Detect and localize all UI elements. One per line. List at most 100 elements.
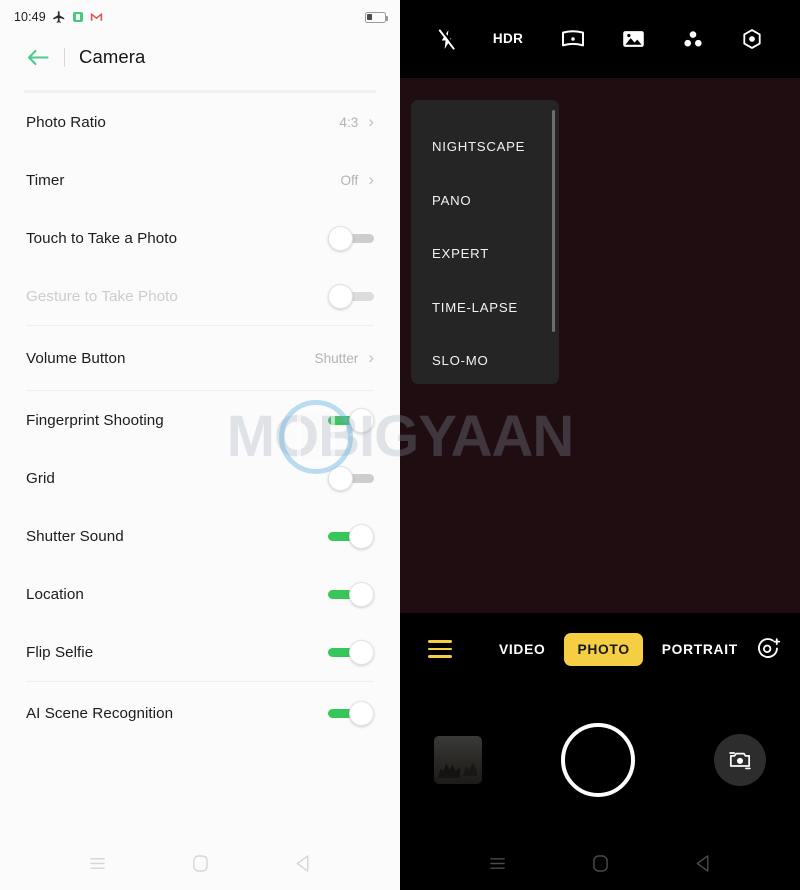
setting-control bbox=[328, 639, 374, 665]
setting-value: Off bbox=[340, 172, 359, 188]
android-nav-bar-right bbox=[400, 836, 800, 890]
camera-settings-panel: 10:49 Camera Photo Ratio 4:3 › Timer Off… bbox=[0, 0, 400, 890]
setting-row-touch-to-take-a-photo[interactable]: Touch to Take a Photo bbox=[26, 209, 374, 267]
setting-control: 4:3 › bbox=[339, 111, 374, 131]
mode-dropdown-list: NIGHTSCAPE PANO EXPERT TIME-LAPSE SLO-MO bbox=[411, 100, 559, 384]
setting-label: Timer bbox=[26, 171, 65, 189]
setting-row-timer[interactable]: Timer Off › bbox=[26, 151, 374, 209]
setting-label: Volume Button bbox=[26, 349, 126, 367]
status-bar-right bbox=[365, 11, 389, 23]
mode-item-nightscape[interactable]: NIGHTSCAPE bbox=[411, 120, 559, 174]
setting-row-volume-button[interactable]: Volume Button Shutter › bbox=[26, 326, 374, 390]
wide-angle-icon[interactable] bbox=[561, 29, 585, 49]
setting-label: Shutter Sound bbox=[26, 527, 124, 545]
camera-controls bbox=[400, 685, 800, 835]
toggle-fingerprint-shooting[interactable] bbox=[328, 407, 374, 433]
setting-label: Photo Ratio bbox=[26, 113, 106, 131]
setting-row-fingerprint-shooting[interactable]: Fingerprint Shooting bbox=[26, 391, 374, 449]
switch-camera-button[interactable] bbox=[714, 734, 766, 786]
camera-preview[interactable]: NIGHTSCAPE PANO EXPERT TIME-LAPSE SLO-MO bbox=[400, 78, 800, 613]
setting-label: Grid bbox=[26, 469, 55, 487]
home-icon[interactable] bbox=[193, 854, 208, 872]
setting-row-location[interactable]: Location bbox=[26, 565, 374, 623]
setting-row-ai-scene-recognition[interactable]: AI Scene Recognition bbox=[26, 682, 374, 744]
toggle-touch-to-take-a-photo[interactable] bbox=[328, 225, 374, 251]
settings-header: Camera bbox=[0, 34, 400, 80]
hdr-icon[interactable]: HDR bbox=[493, 32, 523, 46]
chevron-right-icon: › bbox=[368, 347, 374, 367]
gallery-thumbnail[interactable] bbox=[434, 736, 482, 784]
toggle-shutter-sound[interactable] bbox=[328, 523, 374, 549]
camera-settings-icon[interactable] bbox=[741, 28, 763, 50]
setting-value: Shutter bbox=[314, 350, 359, 366]
toggle-location[interactable] bbox=[328, 581, 374, 607]
setting-control bbox=[328, 465, 374, 491]
settings-group: Photo Ratio 4:3 › Timer Off › Touch to T… bbox=[26, 93, 374, 325]
back-icon[interactable] bbox=[295, 854, 311, 872]
home-icon[interactable] bbox=[593, 854, 608, 872]
setting-control bbox=[328, 581, 374, 607]
setting-control bbox=[328, 523, 374, 549]
setting-control bbox=[328, 225, 374, 251]
gmail-icon bbox=[90, 12, 103, 22]
mode-item-time-lapse[interactable]: TIME-LAPSE bbox=[411, 281, 559, 335]
setting-row-gesture-to-take-photo[interactable]: Gesture to Take Photo bbox=[26, 267, 374, 325]
mode-dropdown-scrollbar[interactable] bbox=[551, 110, 555, 332]
setting-control: Shutter › bbox=[314, 347, 375, 367]
mode-item-pano[interactable]: PANO bbox=[411, 174, 559, 228]
camera-mode-tabs: VIDEO PHOTO PORTRAIT bbox=[486, 632, 756, 666]
beauty-mode-icon[interactable] bbox=[756, 637, 782, 661]
settings-list: Photo Ratio 4:3 › Timer Off › Touch to T… bbox=[0, 93, 400, 744]
setting-label: Touch to Take a Photo bbox=[26, 229, 178, 247]
status-bar: 10:49 bbox=[0, 0, 400, 34]
setting-label: Gesture to Take Photo bbox=[26, 287, 178, 305]
status-bar-clock: 10:49 bbox=[14, 10, 46, 24]
flash-off-icon[interactable] bbox=[437, 27, 456, 51]
page-title: Camera bbox=[79, 46, 146, 67]
setting-control bbox=[328, 407, 374, 433]
battery-icon bbox=[365, 11, 389, 23]
toggle-ai-scene-recognition[interactable] bbox=[328, 700, 374, 726]
setting-row-grid[interactable]: Grid bbox=[26, 449, 374, 507]
back-arrow-icon[interactable] bbox=[26, 48, 50, 67]
setting-row-photo-ratio[interactable]: Photo Ratio 4:3 › bbox=[26, 93, 374, 151]
mode-item-slo-mo[interactable]: SLO-MO bbox=[411, 334, 559, 384]
mode-tab-video[interactable]: VIDEO bbox=[486, 633, 558, 666]
setting-row-flip-selfie[interactable]: Flip Selfie bbox=[26, 623, 374, 681]
mode-tab-portrait[interactable]: PORTRAIT bbox=[649, 633, 751, 666]
settings-group: Volume Button Shutter › bbox=[26, 326, 374, 390]
setting-control bbox=[328, 700, 374, 726]
gallery-icon[interactable] bbox=[622, 29, 645, 49]
mode-dropdown-menu[interactable]: NIGHTSCAPE PANO EXPERT TIME-LAPSE SLO-MO bbox=[411, 100, 559, 384]
setting-control: Off › bbox=[340, 169, 374, 189]
mode-item-expert[interactable]: EXPERT bbox=[411, 227, 559, 281]
chevron-right-icon: › bbox=[368, 169, 374, 189]
header-separator bbox=[64, 47, 65, 67]
settings-group: Fingerprint Shooting Grid Shutter Sound … bbox=[26, 391, 374, 681]
setting-label: Fingerprint Shooting bbox=[26, 411, 164, 429]
setting-label: Flip Selfie bbox=[26, 643, 94, 661]
filters-icon[interactable] bbox=[682, 29, 704, 49]
back-icon[interactable] bbox=[695, 854, 711, 872]
toggle-gesture-to-take-photo[interactable] bbox=[328, 283, 374, 309]
setting-control bbox=[328, 283, 374, 309]
recents-icon[interactable] bbox=[489, 856, 506, 871]
mode-tab-photo[interactable]: PHOTO bbox=[564, 632, 643, 666]
camera-top-toolbar: HDR bbox=[400, 0, 800, 78]
setting-label: Location bbox=[26, 585, 84, 603]
hamburger-menu-icon[interactable] bbox=[428, 640, 452, 658]
chevron-right-icon: › bbox=[368, 111, 374, 131]
toggle-flip-selfie[interactable] bbox=[328, 639, 374, 665]
android-nav-bar-left bbox=[0, 836, 400, 890]
app-notification-icon bbox=[72, 11, 84, 23]
setting-row-shutter-sound[interactable]: Shutter Sound bbox=[26, 507, 374, 565]
settings-group: AI Scene Recognition bbox=[26, 682, 374, 744]
phone-screenshot-pair: 10:49 Camera Photo Ratio 4:3 › Timer Off… bbox=[0, 0, 800, 890]
airplane-mode-icon bbox=[52, 10, 66, 24]
setting-label: AI Scene Recognition bbox=[26, 704, 174, 722]
shutter-button[interactable] bbox=[561, 723, 635, 797]
camera-app-panel: HDR NIGHTSCAPE PANO EXPERT TIME-LAPSE SL… bbox=[400, 0, 800, 890]
toggle-grid[interactable] bbox=[328, 465, 374, 491]
setting-value: 4:3 bbox=[339, 114, 359, 130]
recents-icon[interactable] bbox=[89, 856, 106, 871]
